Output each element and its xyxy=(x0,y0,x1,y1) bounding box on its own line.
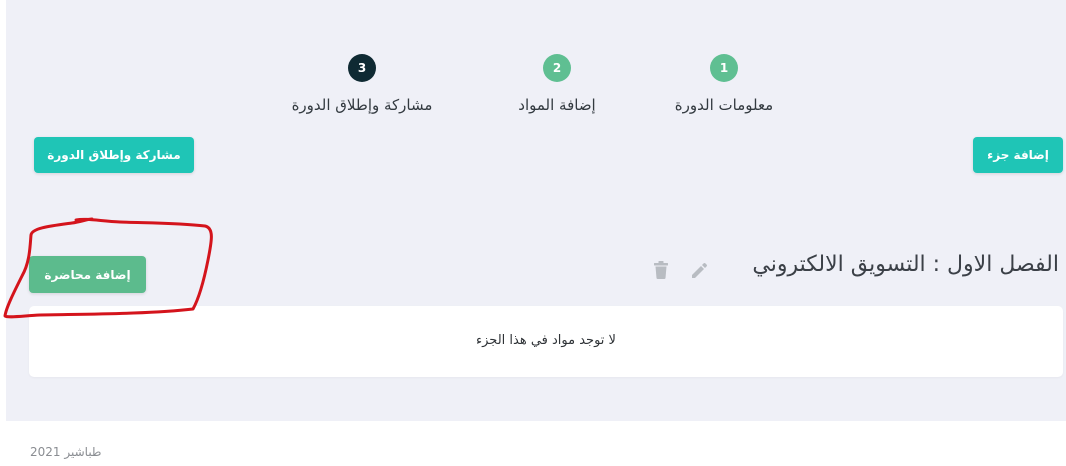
empty-state-message: لا توجد مواد في هذا الجزء xyxy=(476,333,616,348)
pencil-icon[interactable] xyxy=(689,259,709,281)
trash-icon[interactable] xyxy=(651,259,671,281)
step-share-launch[interactable]: 3 مشاركة وإطلاق الدورة xyxy=(252,54,472,120)
step-label: مشاركة وإطلاق الدورة xyxy=(291,96,433,114)
add-lecture-button[interactable]: إضافة محاضرة xyxy=(29,256,146,293)
step-add-materials[interactable]: 2 إضافة المواد xyxy=(447,54,667,120)
step-number: 2 xyxy=(543,54,571,82)
share-launch-course-button[interactable]: مشاركة وإطلاق الدورة xyxy=(34,137,194,173)
section-content-card: لا توجد مواد في هذا الجزء xyxy=(29,306,1063,377)
step-number: 3 xyxy=(348,54,376,82)
footer-copyright: طباشير 2021 xyxy=(30,445,102,459)
section-title: الفصل الاول : التسويق الالكتروني xyxy=(752,252,1059,277)
step-label: إضافة المواد xyxy=(518,96,596,114)
add-part-button[interactable]: إضافة جزء xyxy=(973,137,1063,173)
step-number: 1 xyxy=(710,54,738,82)
